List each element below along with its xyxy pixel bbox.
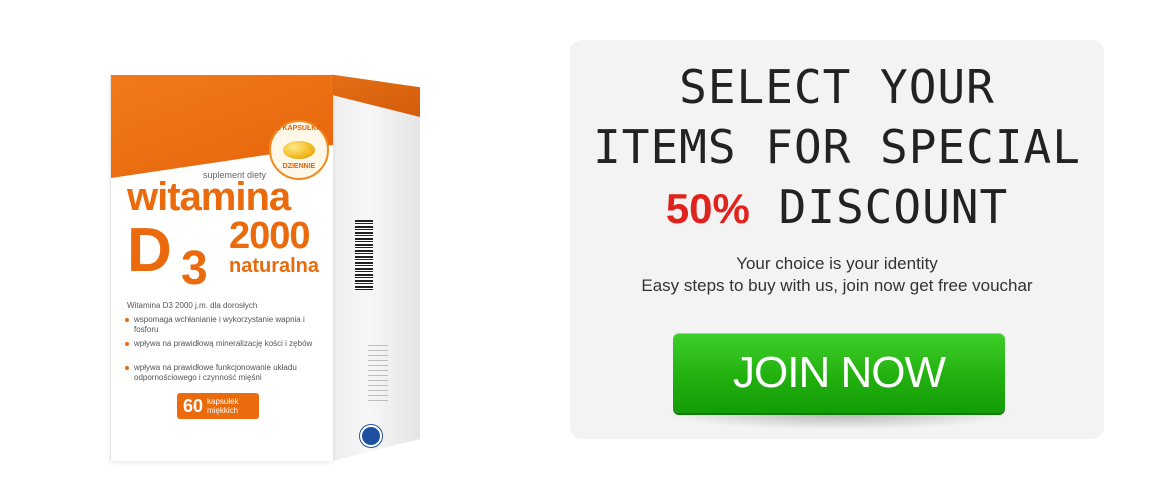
product-strength: 2000 <box>229 215 311 257</box>
product-variant: naturalna <box>229 255 320 277</box>
tagline-2: Easy steps to buy with us, join now get … <box>641 276 1033 295</box>
join-now-button[interactable]: JOIN NOW <box>673 333 1005 413</box>
product-d-subscript: 3 <box>181 242 208 295</box>
badge-bottom-text: DZIENNIE <box>282 163 316 170</box>
barcode-icon <box>355 220 373 290</box>
capsule-count-badge: 60 kapsułek miękkich <box>177 393 259 419</box>
bullet-text: wspomaga wchłanianie i wykorzystanie wap… <box>134 315 305 334</box>
capsule-icon <box>283 141 315 159</box>
discount-word: DISCOUNT <box>778 180 1009 234</box>
bullet-text: wpływa na prawidłowe funkcjonowanie ukła… <box>134 363 297 382</box>
product-bullet: wpływa na prawidłowe funkcjonowanie ukła… <box>125 363 315 383</box>
headline-line-2: ITEMS FOR SPECIAL <box>593 120 1081 174</box>
headline-line-3: 50% DISCOUNT <box>570 180 1104 234</box>
capsule-count: 60 <box>183 396 204 416</box>
bullet-text: wpływa na prawidłową mineralizację kości… <box>134 339 313 348</box>
product-title: witamina <box>127 175 291 219</box>
product-bullet: wpływa na prawidłową mineralizację kości… <box>125 339 315 349</box>
seal-icon <box>360 425 382 447</box>
product-description: Witamina D3 2000 j.m. dla dorosłych <box>127 301 258 310</box>
product-d-letter: D <box>127 216 172 285</box>
promo-panel: SELECT YOUR ITEMS FOR SPECIAL 50% DISCOU… <box>570 40 1104 439</box>
box-front: 1 KAPSUŁKA DZIENNIE suplement diety wita… <box>110 75 333 461</box>
product-bullet: wspomaga wchłanianie i wykorzystanie wap… <box>125 315 315 335</box>
button-shadow <box>660 412 1018 430</box>
side-text <box>368 345 388 405</box>
badge-top-text: 1 KAPSUŁKA <box>276 125 322 132</box>
headline-line-1: SELECT YOUR <box>679 60 995 114</box>
tagline-1: Your choice is your identity <box>736 254 938 273</box>
capsule-badge: 1 KAPSUŁKA DZIENNIE <box>269 120 329 180</box>
product-image: 1 KAPSUŁKA DZIENNIE suplement diety wita… <box>110 55 430 461</box>
discount-percent: 50% <box>665 185 750 232</box>
box-side <box>332 95 420 461</box>
capsule-count-label: kapsułek miękkich <box>207 397 239 415</box>
